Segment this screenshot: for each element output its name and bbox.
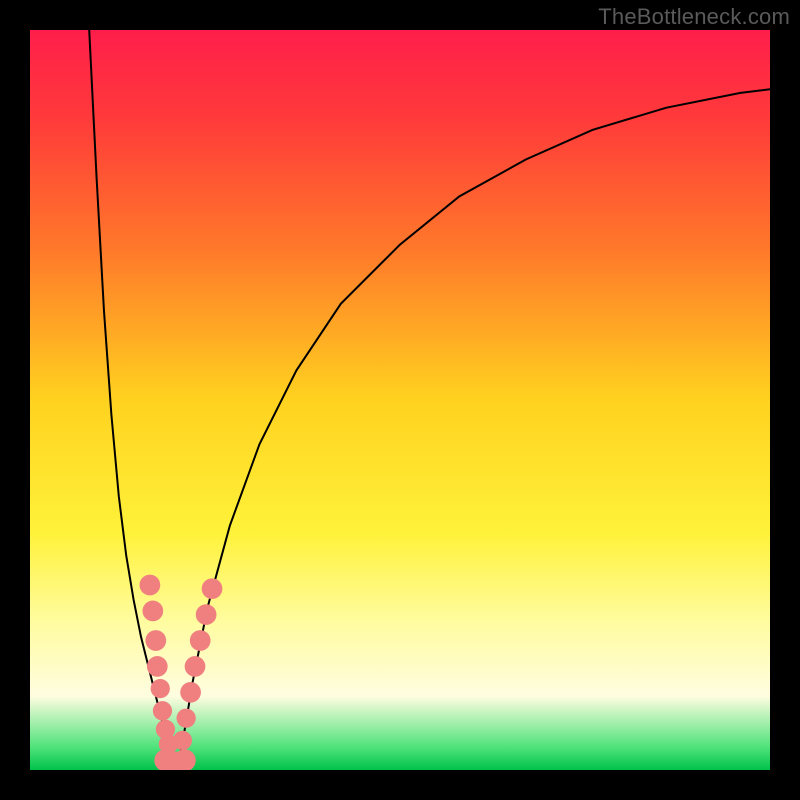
chart-frame: TheBottleneck.com [0,0,800,800]
bottleneck-chart [30,30,770,770]
highlight-point [196,604,217,625]
highlight-point [153,701,172,720]
highlight-point [190,630,211,651]
highlight-point [173,731,192,750]
highlight-point [145,630,166,651]
highlight-point [177,709,196,728]
highlight-point [147,656,168,677]
highlight-point [180,682,201,703]
gradient-background [30,30,770,770]
highlight-point [142,601,163,622]
highlight-point [140,575,161,596]
highlight-point [151,679,170,698]
highlight-point [185,656,206,677]
highlight-point [202,578,223,599]
watermark-text: TheBottleneck.com [598,4,790,30]
plot-area [30,30,770,770]
